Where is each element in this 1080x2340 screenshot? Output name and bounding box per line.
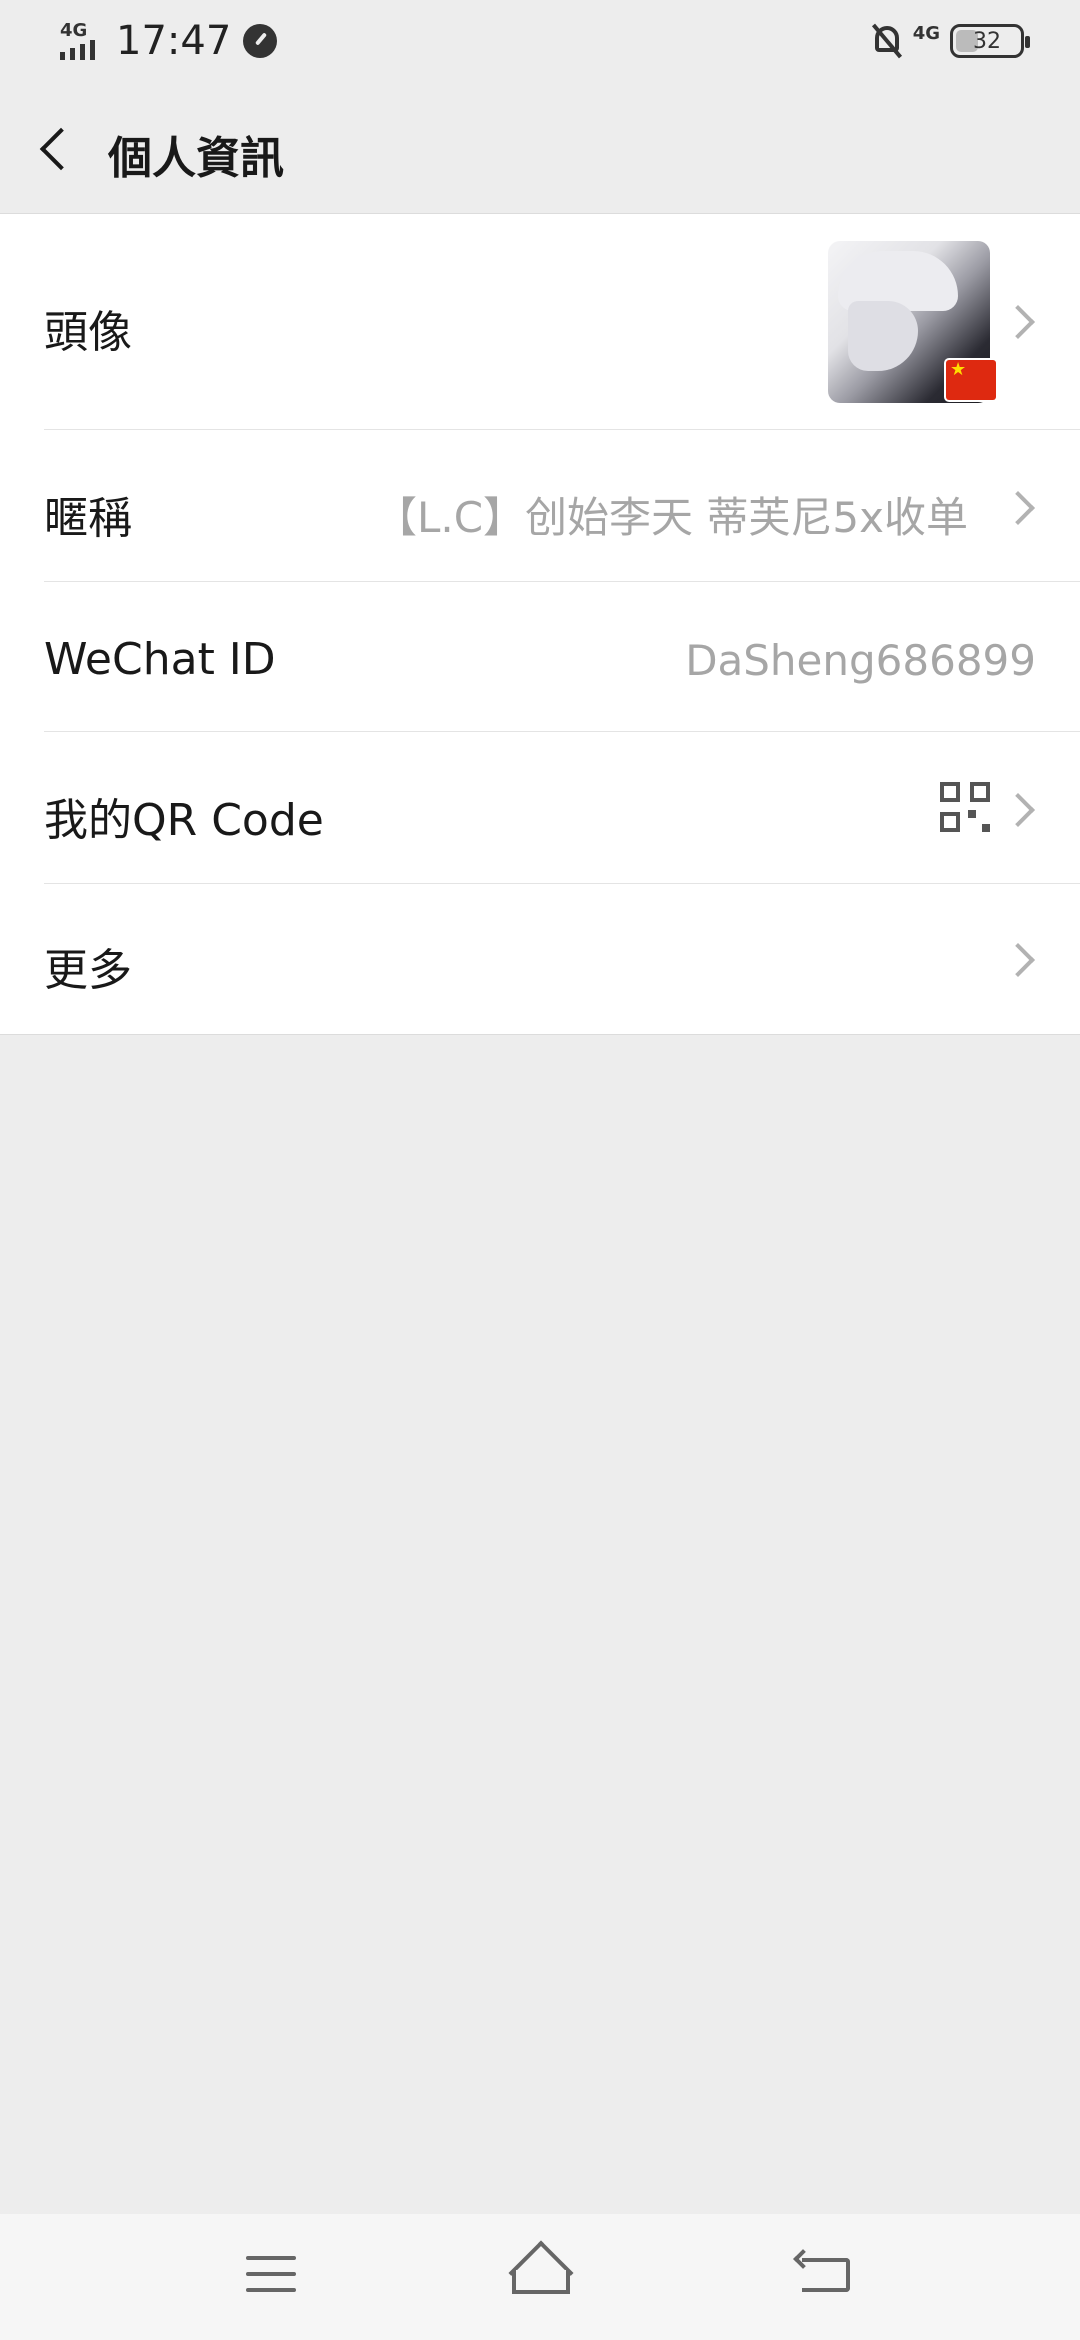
- status-left: 4G 17:47: [58, 18, 278, 64]
- profile-info-list: 頭像 暱稱 【L.C】创始李天 蒂芙尼5x收单 WeChat ID DaShen…: [0, 214, 1080, 1035]
- row-label: WeChat ID: [44, 634, 276, 685]
- china-flag-icon: [946, 360, 996, 400]
- battery-icon: 32: [950, 24, 1030, 58]
- profile-row-nickname[interactable]: 暱稱 【L.C】创始李天 蒂芙尼5x收单: [0, 430, 1080, 582]
- bell-off-icon: [871, 22, 903, 60]
- chevron-left-icon[interactable]: [34, 124, 84, 174]
- chevron-right-icon: [1006, 492, 1036, 522]
- profile-row-more[interactable]: 更多: [0, 884, 1080, 1034]
- wechat-id-value: DaSheng686899: [685, 636, 1036, 685]
- system-navigation-bar: [0, 2214, 1080, 2340]
- signal-icon: 4G: [58, 20, 106, 62]
- row-label: 更多: [44, 945, 132, 996]
- chevron-right-icon: [1006, 306, 1036, 336]
- nickname-value: 【L.C】创始李天 蒂芙尼5x收单: [374, 493, 968, 542]
- return-icon[interactable]: [793, 2249, 852, 2298]
- profile-row-wechat-id[interactable]: WeChat ID DaSheng686899: [0, 582, 1080, 732]
- status-bar: 4G 17:47 4G 32: [0, 0, 1080, 84]
- network-type-label-right: 4G: [912, 22, 940, 44]
- top-nav-bar: 個人資訊: [0, 84, 1080, 214]
- menu-icon[interactable]: [246, 2254, 296, 2294]
- profile-row-avatar[interactable]: 頭像: [0, 214, 1080, 430]
- page-title: 個人資訊: [108, 133, 284, 184]
- status-time: 17:47: [116, 18, 232, 64]
- network-type-label: 4G: [60, 20, 88, 41]
- qr-code-icon: [940, 782, 990, 832]
- battery-level: 32: [973, 28, 1001, 54]
- chevron-right-icon: [1006, 944, 1036, 974]
- row-label: 暱稱: [44, 493, 132, 544]
- status-right: 4G 32: [871, 22, 1030, 60]
- profile-row-qr-code[interactable]: 我的QR Code: [0, 732, 1080, 884]
- speedometer-icon: [243, 24, 278, 58]
- row-label: 我的QR Code: [44, 795, 324, 846]
- chevron-right-icon: [1006, 794, 1036, 824]
- row-label: 頭像: [44, 307, 132, 358]
- home-icon[interactable]: [506, 2240, 576, 2306]
